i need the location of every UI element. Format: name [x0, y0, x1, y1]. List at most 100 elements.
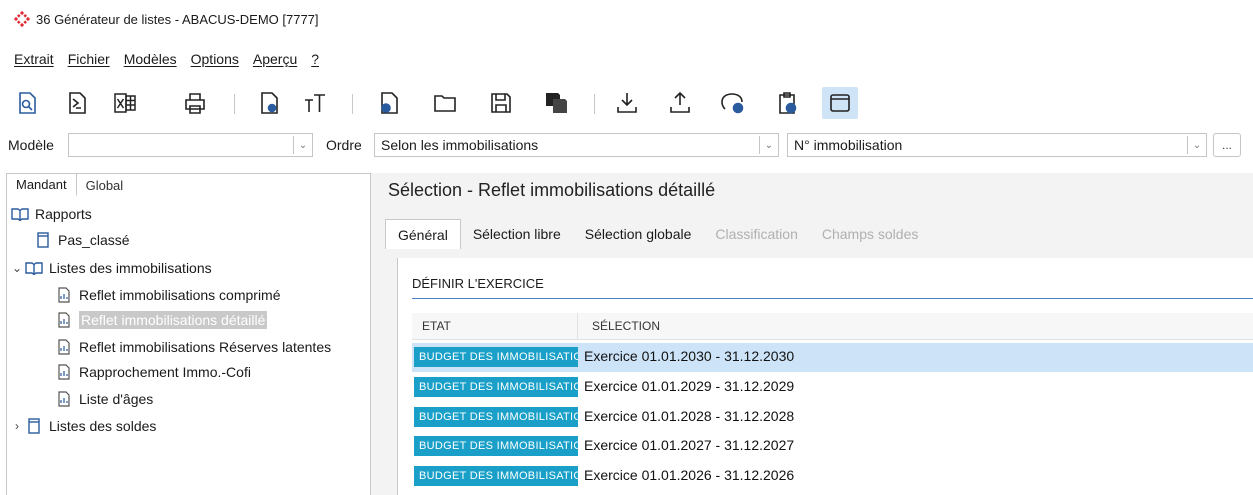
new-doc-button[interactable] [374, 87, 404, 119]
status-badge: BUDGET DES IMMOBILISATIONS [414, 407, 578, 427]
window-button[interactable] [822, 87, 858, 119]
table-row[interactable]: BUDGET DES IMMOBILISATIONS Exercice 01.0… [412, 343, 1253, 372]
column-header-selection[interactable]: SÉLECTION [592, 319, 660, 333]
menu-apercu[interactable]: Aperçu [253, 51, 297, 67]
clipboard-add-button[interactable] [772, 87, 802, 119]
selection-cell: Exercice 01.01.2027 - 31.12.2027 [584, 437, 795, 453]
export-icon [670, 91, 690, 113]
new-doc-icon [381, 92, 398, 114]
window-title: 36 Générateur de listes - ABACUS-DEMO [7… [36, 11, 319, 27]
column-header-etat[interactable]: ETAT [422, 319, 451, 333]
app-logo-icon [14, 11, 30, 27]
excel-button[interactable] [110, 87, 140, 119]
import-button[interactable] [612, 87, 642, 119]
tree-item-reflet-comprime[interactable]: Reflet immobilisations comprimé [55, 284, 281, 306]
preview-icon [19, 92, 36, 114]
selection-cell: Exercice 01.01.2028 - 31.12.2028 [584, 408, 795, 424]
more-button[interactable]: ... [1213, 133, 1241, 157]
save-icon [491, 93, 511, 113]
open-button[interactable] [430, 87, 460, 119]
tri-combo[interactable]: N° immobilisation ⌄ [787, 133, 1207, 157]
open-icon [434, 95, 456, 112]
settings-doc-button[interactable] [254, 87, 284, 119]
save-as-icon [546, 93, 567, 113]
tab-selection-globale[interactable]: Sélection globale [573, 219, 704, 249]
comment-add-button[interactable] [718, 87, 748, 119]
menu-modeles[interactable]: Modèles [124, 51, 177, 67]
import-icon [617, 93, 637, 113]
left-tabs: Mandant Global [7, 174, 132, 196]
preview-button[interactable] [12, 87, 42, 119]
report-icon [55, 287, 73, 303]
font-button[interactable] [300, 87, 330, 119]
section-divider [412, 298, 1253, 299]
ordre-combo[interactable]: Selon les immobilisations ⌄ [374, 133, 779, 157]
clipboard-add-icon [779, 92, 797, 114]
menu-extrait[interactable]: Extrait [14, 51, 54, 67]
pdf-icon [69, 92, 86, 114]
status-badge: BUDGET DES IMMOBILISATIONS [414, 377, 578, 397]
folder-icon [34, 232, 52, 248]
chevron-down-icon[interactable]: ⌄ [293, 136, 312, 154]
toolbar [0, 83, 1253, 123]
pdf-button[interactable] [62, 87, 92, 119]
tab-mandant[interactable]: Mandant [7, 174, 77, 196]
filter-bar: Modèle ⌄ Ordre Selon les immobilisations… [0, 131, 1253, 159]
save-as-button[interactable] [541, 87, 571, 119]
window-icon [830, 94, 850, 112]
tab-content: DÉFINIR L'EXERCICE ETAT SÉLECTION BUDGET… [397, 258, 1253, 495]
chevron-down-icon[interactable]: ⌄ [9, 261, 25, 275]
tree-item-pas-classe[interactable]: Pas_classé [34, 229, 130, 251]
chevron-right-icon[interactable]: › [9, 419, 25, 433]
book-icon [25, 260, 43, 276]
menu-fichier[interactable]: Fichier [68, 51, 110, 67]
chevron-down-icon[interactable]: ⌄ [1187, 136, 1206, 154]
grid-header: ETAT SÉLECTION [412, 313, 1253, 340]
modele-combo[interactable]: ⌄ [68, 133, 313, 157]
ordre-value: Selon les immobilisations [381, 137, 539, 153]
book-icon [11, 206, 29, 222]
tab-classification: Classification [715, 226, 798, 242]
table-row[interactable]: BUDGET DES IMMOBILISATIONS Exercice 01.0… [412, 373, 1253, 402]
export-button[interactable] [665, 87, 695, 119]
excel-icon [114, 93, 136, 113]
print-button[interactable] [180, 87, 210, 119]
folder-icon [25, 418, 43, 434]
comment-add-icon [721, 93, 744, 114]
tree-item-listes-soldes[interactable]: › Listes des soldes [9, 415, 156, 437]
right-panel: Sélection - Reflet immobilisations détai… [371, 173, 1253, 495]
tree-item-reflet-detaille[interactable]: Reflet immobilisations détaillé [55, 309, 268, 331]
tri-value: N° immobilisation [794, 137, 903, 153]
report-icon [55, 312, 73, 328]
selection-cell: Exercice 01.01.2026 - 31.12.2026 [584, 467, 795, 483]
tab-general[interactable]: Général [385, 219, 461, 249]
save-button[interactable] [486, 87, 516, 119]
modele-label: Modèle [8, 137, 54, 153]
report-icon [55, 364, 73, 380]
tab-global[interactable]: Global [77, 174, 133, 196]
tab-selection-libre[interactable]: Sélection libre [461, 219, 573, 249]
title-bar: 36 Générateur de listes - ABACUS-DEMO [7… [0, 0, 1253, 38]
chevron-down-icon[interactable]: ⌄ [759, 136, 778, 154]
tree-item-listes-immobilisations[interactable]: ⌄ Listes des immobilisations [9, 257, 212, 279]
report-icon [55, 339, 73, 355]
selection-cell: Exercice 01.01.2029 - 31.12.2029 [584, 378, 795, 394]
tree-item-liste-ages[interactable]: Liste d'âges [55, 388, 153, 410]
table-row[interactable]: BUDGET DES IMMOBILISATIONS Exercice 01.0… [412, 462, 1253, 491]
font-icon [305, 94, 325, 112]
status-badge: BUDGET DES IMMOBILISATIONS [414, 466, 578, 486]
menu-options[interactable]: Options [191, 51, 239, 67]
menu-help[interactable]: ? [311, 51, 319, 67]
table-row[interactable]: BUDGET DES IMMOBILISATIONS Exercice 01.0… [412, 432, 1253, 461]
settings-doc-icon [261, 92, 278, 114]
left-panel: Mandant Global Rapports Pas_classé ⌄ Lis… [6, 173, 371, 495]
tree-item-reflet-reserves[interactable]: Reflet immobilisations Réserves latentes [55, 336, 331, 358]
print-icon [185, 93, 205, 114]
tree-item-rapprochement[interactable]: Rapprochement Immo.-Cofi [55, 361, 251, 383]
status-badge: BUDGET DES IMMOBILISATIONS [414, 436, 578, 456]
table-row[interactable]: BUDGET DES IMMOBILISATIONS Exercice 01.0… [412, 403, 1253, 432]
ordre-label: Ordre [326, 137, 362, 153]
page-title: Sélection - Reflet immobilisations détai… [388, 180, 716, 200]
tree-item-rapports[interactable]: Rapports [11, 203, 92, 225]
selection-tabs: Général Sélection libre Sélection global… [385, 219, 930, 249]
